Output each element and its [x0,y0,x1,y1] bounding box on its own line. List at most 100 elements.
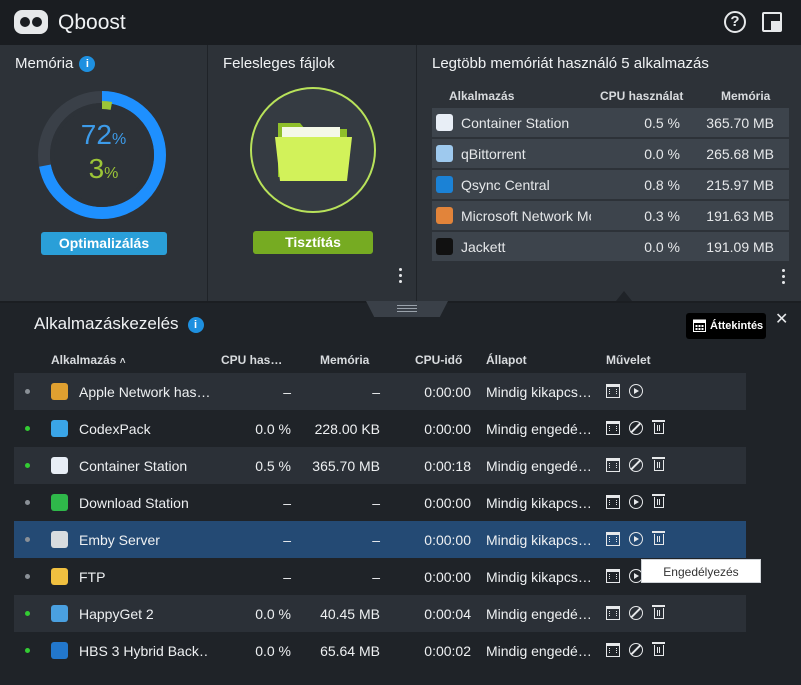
top-app-memory: 191.63 MB [706,208,774,224]
top-app-name: Jackett [461,239,506,255]
calendar-icon[interactable] [606,384,620,398]
sort-asc-icon: ˄ [119,356,126,367]
trash-icon[interactable] [652,642,665,656]
window-mode-icon[interactable] [762,12,782,32]
drag-handle[interactable] [366,301,448,317]
download-station-icon [51,494,68,511]
app-management-title: Alkalmazáskezelés i [34,314,204,334]
memory-panel: Memória i 72% 3% Optimalizálás [0,45,207,301]
app-cpu: – [283,384,291,400]
app-row[interactable]: HBS 3 Hybrid Back… 0.0 % 65.64 MB 0:00:02 Mi… [14,632,746,669]
calendar-icon[interactable] [606,643,620,657]
column-cpu-time[interactable]: CPU-idő [415,353,462,367]
app-memory: 65.64 MB [320,643,380,659]
status-dot [25,648,30,653]
trash-icon[interactable] [652,605,665,619]
app-state: Mindig kikapcs… [486,569,591,585]
app-name: CodexPack [79,421,151,437]
top-app-cpu: 0.0 % [644,146,680,162]
qboost-logo-icon [14,10,48,34]
trash-icon[interactable] [652,494,665,508]
status-dot [25,389,30,394]
disable-icon[interactable] [629,643,643,657]
top-apps-title: Legtöbb memóriát használó 5 alkalmazás [432,55,709,72]
qbittorrent-icon [436,145,453,162]
app-cpu-time: 0:00:00 [424,532,471,548]
app-name: Emby Server [79,532,160,548]
app-cpu: 0.0 % [255,421,291,437]
status-dot [25,574,30,579]
trash-icon[interactable] [652,457,665,471]
clean-button[interactable]: Tisztítás [253,231,373,254]
panel-pointer [616,291,632,301]
overview-button[interactable]: Áttekintés [686,313,766,339]
info-icon[interactable]: i [187,317,204,333]
app-memory: – [372,495,380,511]
top-app-cpu: 0.8 % [644,177,680,193]
disable-icon[interactable] [629,606,643,620]
jackett-icon [436,238,453,255]
top-app-row: Qsync Central 0.8 % 215.97 MB [432,170,789,199]
container-station-icon [436,114,453,131]
calendar-icon[interactable] [606,569,620,583]
calendar-icon[interactable] [606,532,620,546]
app-cpu-time: 0:00:18 [424,458,471,474]
trash-icon[interactable] [652,420,665,434]
top-app-memory: 265.68 MB [706,146,774,162]
status-dot [25,426,30,431]
app-row[interactable]: HappyGet 2 0.0 % 40.45 MB 0:00:04 Mindig eng… [14,595,746,632]
top-apps-menu-icon[interactable] [782,269,786,285]
calendar-icon[interactable] [606,421,620,435]
play-icon[interactable] [629,532,643,546]
app-memory: 228.00 KB [314,421,380,437]
app-cpu: – [283,495,291,511]
ftp-icon [51,568,68,585]
disable-icon[interactable] [629,421,643,435]
column-cpu[interactable]: CPU has… [221,353,282,367]
top-app-cpu: 0.0 % [644,239,680,255]
enable-tooltip: Engedélyezés [641,559,761,583]
app-row[interactable]: Download Station – – 0:00:00 Mindig kikapcs… [14,484,746,521]
top-app-name: Container Station [461,115,570,131]
junk-panel-menu-icon[interactable] [399,268,403,284]
play-icon[interactable] [629,495,643,509]
app-row[interactable]: Emby Server – – 0:00:00 Mindig kikapcs… [14,521,746,558]
top-app-row: Microsoft Network Monitor 0.3 % 191.63 MB [432,201,789,230]
play-icon[interactable] [629,384,643,398]
calendar-icon[interactable] [606,606,620,620]
app-memory: 40.45 MB [320,606,380,622]
app-row[interactable]: Apple Network has… – – 0:00:00 Mindig kikapc… [14,373,746,410]
app-cpu: – [283,532,291,548]
status-dot [25,537,30,542]
help-icon[interactable]: ? [724,11,746,33]
column-state[interactable]: Állapot [486,353,527,367]
trash-icon[interactable] [652,531,665,545]
app-state: Mindig engedé… [486,606,591,622]
app-row[interactable]: CodexPack 0.0 % 228.00 KB 0:00:00 Mindig eng… [14,410,746,447]
optimize-button[interactable]: Optimalizálás [41,232,167,255]
app-cpu: 0.0 % [255,643,291,659]
disable-icon[interactable] [629,458,643,472]
app-state: Mindig kikapcs… [486,532,591,548]
app-row[interactable]: FTP – – 0:00:00 Mindig kikapcs… [14,558,746,595]
app-cpu: – [283,569,291,585]
app-cpu-time: 0:00:00 [424,384,471,400]
calendar-icon[interactable] [606,495,620,509]
info-icon[interactable]: i [79,56,96,72]
app-cpu-time: 0:00:00 [424,495,471,511]
top-app-row: qBittorrent 0.0 % 265.68 MB [432,139,789,168]
calendar-icon[interactable] [606,458,620,472]
app-state: Mindig engedé… [486,421,591,437]
app-row[interactable]: Container Station 0.5 % 365.70 MB 0:00:18 Mi… [14,447,746,484]
top-app-name: Qsync Central [461,177,550,193]
top-app-memory: 365.70 MB [706,115,774,131]
top-app-cpu: 0.3 % [644,208,680,224]
app-name: HBS 3 Hybrid Back… [79,643,209,659]
codexpack-icon [51,420,68,437]
emby-icon [51,531,68,548]
column-app[interactable]: Alkalmazás ˄ [51,353,126,367]
top-apps-header: Alkalmazás CPU használat Memória [449,89,771,103]
close-icon[interactable]: ✕ [775,309,788,329]
app-name: Download Station [79,495,189,511]
column-memory[interactable]: Memória [320,353,369,367]
